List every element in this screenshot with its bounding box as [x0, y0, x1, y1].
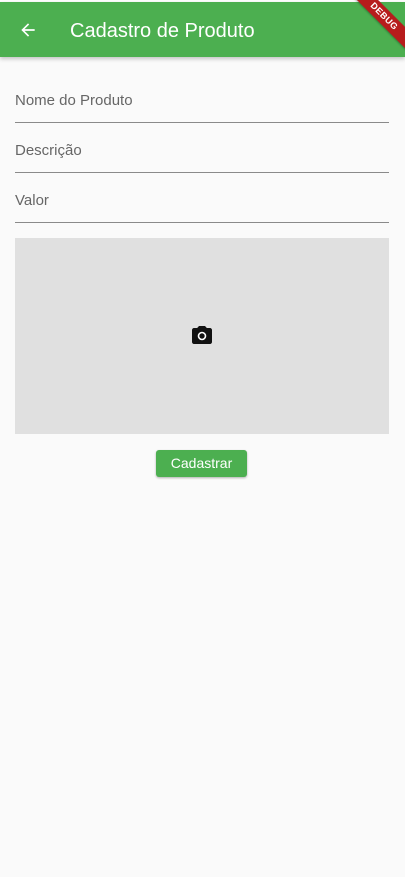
submit-button[interactable]: Cadastrar: [156, 450, 247, 477]
description-label: Descrição: [15, 142, 82, 159]
product-registration-screen: Cadastro de Produto DEBUG Nome do Produt…: [0, 0, 405, 877]
page-title: Cadastro de Produto: [70, 20, 255, 42]
product-name-label: Nome do Produto: [15, 92, 133, 109]
description-field[interactable]: Descrição: [15, 132, 389, 173]
image-picker[interactable]: [15, 238, 389, 434]
product-name-field[interactable]: Nome do Produto: [15, 82, 389, 123]
back-button[interactable]: [8, 8, 48, 52]
camera-icon: [192, 326, 212, 344]
app-bar: Cadastro de Produto: [0, 2, 405, 57]
price-field[interactable]: Valor: [15, 182, 389, 223]
price-label: Valor: [15, 192, 49, 209]
arrow-back-icon: [21, 23, 35, 37]
